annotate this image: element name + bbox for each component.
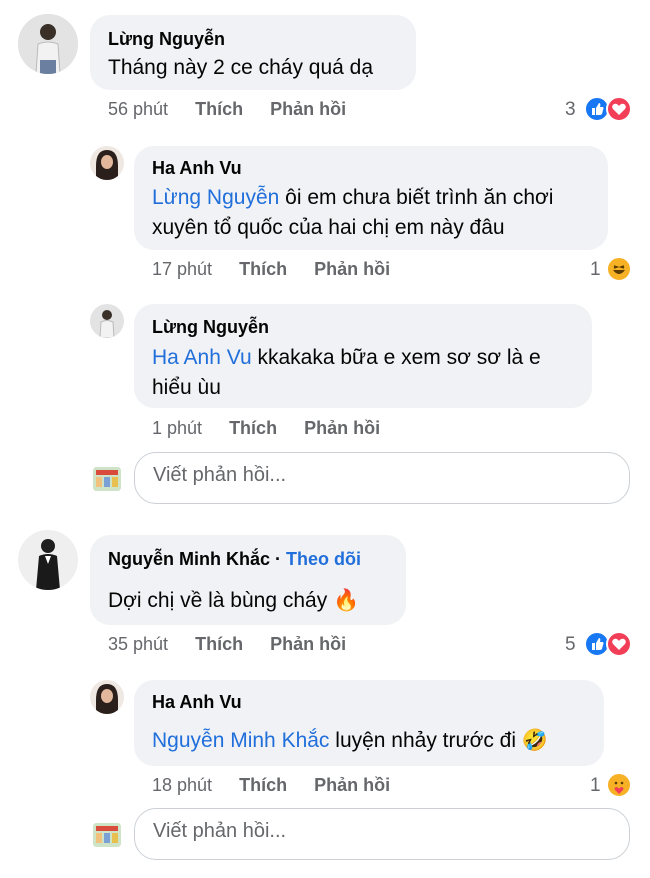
comment-author[interactable]: Nguyễn Minh Khắc <box>108 549 270 569</box>
reply-meta: 18 phút Thích Phản hồi <box>152 775 390 796</box>
reply-placeholder: Viết phản hồi... <box>153 820 287 842</box>
reply-meta: 17 phút Thích Phản hồi <box>152 259 390 280</box>
reply-author[interactable]: Ha Anh Vu <box>152 692 242 713</box>
rofl-emoji: 🤣 <box>521 729 549 752</box>
comment-text: Dợi chị về là bùng cháy 🔥 <box>108 589 360 612</box>
comment-author[interactable]: Lừng Nguyễn <box>108 29 225 50</box>
reply-text-line2: xuyên tổ quốc của hai chị em này đâu <box>152 216 505 239</box>
reply-time[interactable]: 1 phút <box>152 418 202 438</box>
comment-time[interactable]: 35 phút <box>108 634 168 654</box>
haha-icon[interactable] <box>606 256 632 282</box>
love-icon[interactable] <box>606 631 632 657</box>
mention-link[interactable]: Nguyễn Minh Khắc <box>152 729 329 752</box>
reply-button[interactable]: Phản hồi <box>314 259 390 279</box>
avatar[interactable] <box>90 146 124 180</box>
reply-text: Lừng Nguyễn ôi em chưa biết trình ăn chơ… <box>152 186 554 209</box>
reply-time[interactable]: 17 phút <box>152 259 212 279</box>
reply-input[interactable]: Viết phản hồi... <box>134 452 630 504</box>
reaction-count[interactable]: 1 <box>590 259 601 281</box>
reply-button[interactable]: Phản hồi <box>270 634 346 654</box>
comment-author-row: Nguyễn Minh Khắc · Theo dõi <box>108 549 362 569</box>
reply-meta: 1 phút Thích Phản hồi <box>152 418 380 439</box>
reply-button[interactable]: Phản hồi <box>304 418 380 438</box>
fire-emoji: 🔥 <box>333 589 360 612</box>
love-icon[interactable] <box>606 96 632 122</box>
comment-time[interactable]: 56 phút <box>108 99 168 119</box>
avatar[interactable] <box>18 530 78 590</box>
reply-author[interactable]: Lừng Nguyễn <box>152 317 269 338</box>
care-icon[interactable] <box>606 772 632 798</box>
reaction-count[interactable]: 3 <box>565 99 576 121</box>
avatar <box>90 818 124 852</box>
like-button[interactable]: Thích <box>239 259 287 279</box>
like-button[interactable]: Thích <box>195 634 243 654</box>
reaction-count[interactable]: 1 <box>590 775 601 797</box>
like-button[interactable]: Thích <box>195 99 243 119</box>
mention-link[interactable]: Lừng Nguyễn <box>152 186 279 209</box>
reply-placeholder: Viết phản hồi... <box>153 464 287 486</box>
comment-text: Tháng này 2 ce cháy quá dạ <box>108 56 374 79</box>
reply-button[interactable]: Phản hồi <box>270 99 346 119</box>
reply-text: Ha Anh Vu kkakaka bữa e xem sơ sơ là e <box>152 346 541 369</box>
mention-link[interactable]: Ha Anh Vu <box>152 346 252 369</box>
reaction-count[interactable]: 5 <box>565 634 576 656</box>
avatar[interactable] <box>18 14 78 74</box>
reply-author[interactable]: Ha Anh Vu <box>152 158 242 179</box>
avatar[interactable] <box>90 680 124 714</box>
reply-text-line2: hiểu ùu <box>152 376 221 399</box>
like-button[interactable]: Thích <box>229 418 277 438</box>
avatar[interactable] <box>90 304 124 338</box>
avatar <box>90 462 124 496</box>
reply-button[interactable]: Phản hồi <box>314 775 390 795</box>
reply-text: Nguyễn Minh Khắc luyện nhảy trước đi 🤣 <box>152 729 549 752</box>
comment-meta: 56 phút Thích Phản hồi <box>108 99 346 120</box>
comment-meta: 35 phút Thích Phản hồi <box>108 634 346 655</box>
like-button[interactable]: Thích <box>239 775 287 795</box>
follow-button[interactable]: Theo dõi <box>286 549 361 569</box>
reply-time[interactable]: 18 phút <box>152 775 212 795</box>
reply-input[interactable]: Viết phản hồi... <box>134 808 630 860</box>
